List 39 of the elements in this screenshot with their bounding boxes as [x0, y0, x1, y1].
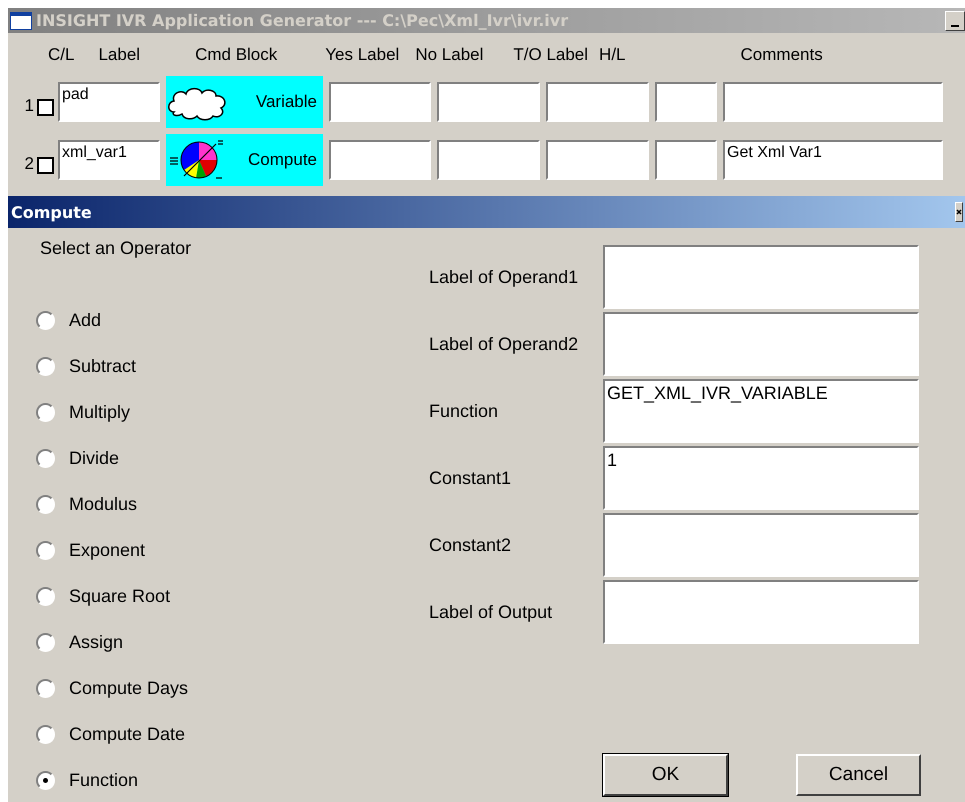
- row-number: 1: [24, 96, 34, 116]
- column-header: Label: [98, 45, 140, 65]
- radio-option[interactable]: Assign: [36, 619, 400, 665]
- column-header: T/O Label: [513, 45, 588, 65]
- column-header: No Label: [415, 45, 484, 65]
- field-label: Label of Operand2: [429, 334, 580, 354]
- row-number: 2: [24, 154, 34, 174]
- window-title: INSIGHT IVR Application Generator --- C:\Pec\Xml_Ivr\ivr.ivr: [36, 11, 568, 30]
- command-block[interactable]: Variable: [166, 76, 323, 128]
- column-header: Comments: [740, 45, 823, 65]
- radio-option[interactable]: Function: [36, 757, 400, 802]
- field-label: Label of Operand1: [429, 266, 580, 288]
- radio-option[interactable]: Square Root: [36, 573, 400, 619]
- radio-option[interactable]: Modulus: [36, 481, 400, 527]
- radio-option[interactable]: Multiply: [36, 389, 400, 435]
- radio-option[interactable]: Add: [36, 297, 400, 343]
- field-label: Constant1: [429, 468, 512, 488]
- field-label: Function: [429, 400, 500, 422]
- column-header: Cmd Block: [195, 45, 278, 65]
- comments-field[interactable]: Get Xml Var1: [723, 140, 943, 180]
- column-header: H/L: [599, 45, 626, 65]
- radio-option[interactable]: Compute Date: [36, 711, 400, 757]
- input-field[interactable]: GET_XML_IVR_VARIABLE: [603, 379, 919, 443]
- radio-option[interactable]: Exponent: [36, 527, 400, 573]
- label-field[interactable]: xml_var1: [58, 140, 160, 180]
- radio-option[interactable]: Compute Days: [36, 665, 400, 711]
- label-field[interactable]: pad: [58, 82, 160, 122]
- ok-button[interactable]: OK: [603, 754, 728, 796]
- cancel-button[interactable]: Cancel: [796, 754, 921, 796]
- column-header: C/L: [48, 45, 74, 65]
- column-header: Yes Label: [325, 45, 400, 65]
- group-label: Select an Operator: [40, 238, 192, 260]
- field-label: Constant2: [429, 534, 512, 556]
- input-field[interactable]: 1: [603, 446, 919, 510]
- command-block[interactable]: Compute: [166, 134, 323, 186]
- dialog-title: Compute: [11, 202, 92, 222]
- radio-option[interactable]: Subtract: [36, 343, 400, 389]
- field-label: Label of Output: [429, 602, 554, 622]
- radio-option[interactable]: Divide: [36, 435, 400, 481]
